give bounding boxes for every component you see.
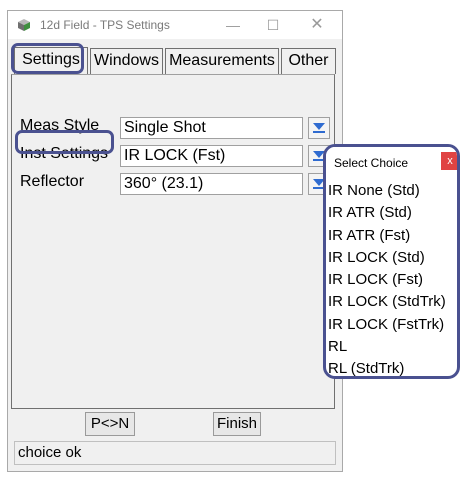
close-window-button[interactable]: ✕ bbox=[306, 15, 328, 35]
tab-other[interactable]: Other bbox=[281, 48, 336, 74]
choice-item[interactable]: IR LOCK (FstTrk) bbox=[328, 314, 446, 336]
window-title: 12d Field - TPS Settings bbox=[40, 18, 170, 32]
maximize-button[interactable]: ☐ bbox=[262, 15, 284, 35]
choice-list: IR None (Std) IR ATR (Std) IR ATR (Fst) … bbox=[328, 180, 446, 376]
title-bar: 12d Field - TPS Settings — ☐ ✕ bbox=[8, 11, 342, 39]
tab-windows[interactable]: Windows bbox=[90, 48, 163, 74]
choice-item[interactable]: IR LOCK (Fst) bbox=[328, 269, 446, 291]
choice-item[interactable]: IR ATR (Std) bbox=[328, 202, 446, 224]
inst-settings-field[interactable]: IR LOCK (Fst) bbox=[120, 145, 303, 167]
close-icon[interactable]: x bbox=[441, 152, 457, 170]
app-cube-icon bbox=[18, 19, 30, 31]
pn-button[interactable]: P<>N bbox=[85, 412, 135, 436]
select-choice-popup: Select Choice x IR None (Std) IR ATR (St… bbox=[323, 144, 460, 379]
reflector-label: Reflector bbox=[20, 173, 85, 190]
settings-tab-highlight bbox=[11, 43, 84, 74]
tab-measurements[interactable]: Measurements bbox=[165, 48, 279, 74]
choice-item[interactable]: IR LOCK (Std) bbox=[328, 247, 446, 269]
meas-style-field[interactable]: Single Shot bbox=[120, 117, 303, 139]
choice-item[interactable]: IR LOCK (StdTrk) bbox=[328, 291, 446, 313]
reflector-field[interactable]: 360° (23.1) bbox=[120, 173, 303, 195]
popup-title: Select Choice bbox=[334, 156, 409, 170]
choice-item[interactable]: RL bbox=[328, 336, 446, 358]
popup-header: Select Choice x bbox=[326, 147, 457, 173]
status-bar: choice ok bbox=[14, 441, 336, 465]
finish-button[interactable]: Finish bbox=[213, 412, 261, 436]
chevron-down-icon bbox=[313, 123, 325, 130]
minimize-button[interactable]: — bbox=[222, 15, 244, 35]
settings-panel: Meas Style Single Shot Inst Settings IR … bbox=[11, 74, 335, 409]
choice-item[interactable]: IR ATR (Fst) bbox=[328, 225, 446, 247]
inst-settings-highlight bbox=[15, 130, 114, 154]
meas-style-dropdown-button[interactable] bbox=[308, 117, 330, 139]
tps-settings-window: 12d Field - TPS Settings — ☐ ✕ Settings … bbox=[7, 10, 343, 472]
choice-item[interactable]: RL (StdTrk) bbox=[328, 358, 446, 376]
choice-item[interactable]: IR None (Std) bbox=[328, 180, 446, 202]
